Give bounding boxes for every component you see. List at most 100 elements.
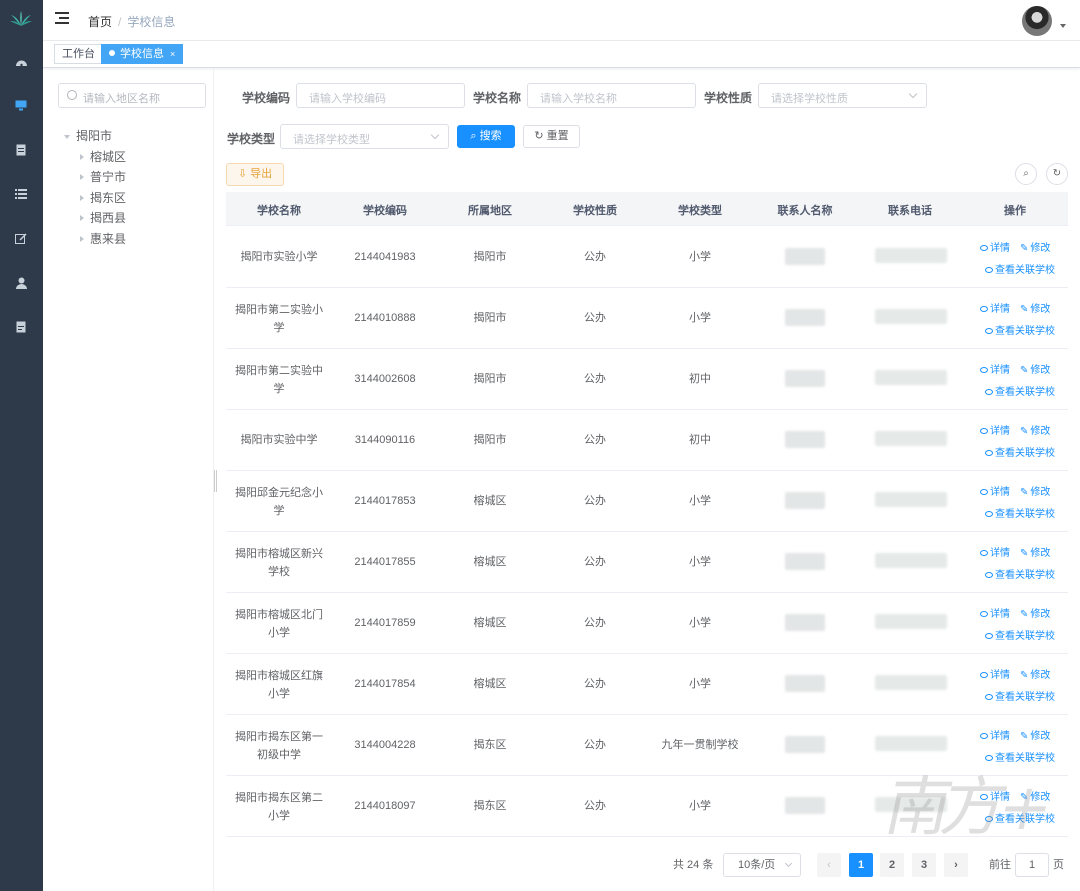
edit-link[interactable]: ✎ 修改 xyxy=(1020,422,1050,437)
table-row: 揭阳市榕城区红旗小学 2144017854 榕城区 公办 小学 详情 ✎ 修改 查看关联学校 xyxy=(226,654,1068,715)
related-schools-link[interactable]: 查看关联学校 xyxy=(985,566,1055,581)
list-icon[interactable] xyxy=(13,186,29,202)
search-toggle-icon[interactable]: ⌕ xyxy=(1015,163,1037,185)
type-cell: 小学 xyxy=(689,251,711,263)
edit-link[interactable]: ✎ 修改 xyxy=(1020,666,1050,681)
refresh-icon[interactable]: ↻ xyxy=(1046,163,1068,185)
type-cell: 小学 xyxy=(689,678,711,690)
detail-link[interactable]: 详情 xyxy=(980,605,1010,620)
edit-link[interactable]: ✎ 修改 xyxy=(1020,544,1050,559)
edit-link[interactable]: ✎ 修改 xyxy=(1020,727,1050,742)
nature-cell: 公办 xyxy=(584,800,606,812)
eye-icon xyxy=(980,733,988,739)
tree-node-root[interactable]: 揭阳市 xyxy=(64,127,112,144)
region-cell: 揭阳市 xyxy=(473,373,507,385)
type-cell: 小学 xyxy=(689,556,711,568)
nature-cell: 公办 xyxy=(584,251,606,263)
detail-link[interactable]: 详情 xyxy=(980,666,1010,681)
contact-phone-redacted xyxy=(875,370,947,385)
tag-workbench[interactable]: 工作台 xyxy=(54,44,103,64)
tree-node[interactable]: 揭东区 xyxy=(80,189,126,206)
detail-link[interactable]: 详情 xyxy=(980,361,1010,376)
edit-link[interactable]: ✎ 修改 xyxy=(1020,483,1050,498)
school-name-cell: 揭阳市揭东区第一初级中学 xyxy=(235,731,323,761)
nature-cell: 公办 xyxy=(584,617,606,629)
school-code-input[interactable]: 请输入学校编码 xyxy=(296,83,465,108)
goto-page-input[interactable]: 1 xyxy=(1015,853,1049,877)
tree-node[interactable]: 揭西县 xyxy=(80,209,126,226)
pencil-icon: ✎ xyxy=(1020,426,1029,437)
left-nav xyxy=(0,0,43,891)
nature-cell: 公办 xyxy=(584,495,606,507)
school-name-input[interactable]: 请输入学校名称 xyxy=(527,83,696,108)
table-header: 学校名称 学校编码 所属地区 学校性质 学校类型 联系人名称 联系电话 操作 xyxy=(226,192,1068,226)
detail-link[interactable]: 详情 xyxy=(980,422,1010,437)
related-schools-link[interactable]: 查看关联学校 xyxy=(985,688,1055,703)
region-cell: 揭阳市 xyxy=(473,312,507,324)
eye-icon xyxy=(985,389,993,395)
menu-toggle-icon[interactable] xyxy=(55,12,69,26)
detail-link[interactable]: 详情 xyxy=(980,544,1010,559)
detail-link[interactable]: 详情 xyxy=(980,727,1010,742)
chevron-down-icon xyxy=(430,130,440,140)
contact-name-redacted xyxy=(785,736,825,753)
nature-cell: 公办 xyxy=(584,434,606,446)
region-search-input[interactable]: 请输入地区名称 xyxy=(58,83,206,108)
pencil-icon: ✎ xyxy=(1020,304,1029,315)
breadcrumb-home[interactable]: 首页 xyxy=(88,15,112,29)
related-schools-link[interactable]: 查看关联学校 xyxy=(985,444,1055,459)
caret-down-icon[interactable] xyxy=(1060,24,1066,28)
eye-icon xyxy=(985,633,993,639)
type-cell: 小学 xyxy=(689,800,711,812)
related-schools-link[interactable]: 查看关联学校 xyxy=(985,505,1055,520)
edit-link[interactable]: ✎ 修改 xyxy=(1020,300,1050,315)
nature-cell: 公办 xyxy=(584,678,606,690)
edit-link[interactable]: ✎ 修改 xyxy=(1020,239,1050,254)
detail-link[interactable]: 详情 xyxy=(980,239,1010,254)
col-header: 联系电话 xyxy=(888,205,932,217)
school-code-cell: 2144017859 xyxy=(354,617,416,629)
related-schools-link[interactable]: 查看关联学校 xyxy=(985,383,1055,398)
user-icon[interactable] xyxy=(13,275,29,291)
next-page-button[interactable]: › xyxy=(944,853,968,877)
related-schools-link[interactable]: 查看关联学校 xyxy=(985,261,1055,276)
monitor-icon[interactable] xyxy=(13,97,29,113)
edit-link[interactable]: ✎ 修改 xyxy=(1020,605,1050,620)
page-button[interactable]: 1 xyxy=(849,853,873,877)
school-nature-select[interactable]: 请选择学校性质 xyxy=(758,83,927,108)
eye-icon xyxy=(985,267,993,273)
search-button[interactable]: ⌕ 搜索 xyxy=(457,125,515,148)
resize-handle[interactable] xyxy=(214,470,217,492)
tree-node[interactable]: 榕城区 xyxy=(80,148,126,165)
close-icon[interactable]: × xyxy=(170,49,175,59)
edit-icon[interactable] xyxy=(13,231,29,247)
document-icon[interactable] xyxy=(13,142,29,158)
related-schools-link[interactable]: 查看关联学校 xyxy=(985,322,1055,337)
detail-link[interactable]: 详情 xyxy=(980,300,1010,315)
reset-button[interactable]: ↻ 重置 xyxy=(523,125,580,148)
school-code-cell: 2144041983 xyxy=(354,251,416,263)
tree-node[interactable]: 普宁市 xyxy=(80,168,126,185)
page-button[interactable]: 2 xyxy=(880,853,904,877)
tree-node[interactable]: 惠来县 xyxy=(80,230,126,247)
region-cell: 揭阳市 xyxy=(473,251,507,263)
page-size-select[interactable]: 10条/页 xyxy=(723,853,801,877)
prev-page-button[interactable]: ‹ xyxy=(817,853,841,877)
edit-link[interactable]: ✎ 修改 xyxy=(1020,361,1050,376)
detail-link[interactable]: 详情 xyxy=(980,483,1010,498)
chevron-down-icon xyxy=(908,89,918,99)
school-type-select[interactable]: 请选择学校类型 xyxy=(280,124,449,149)
chevron-down-icon xyxy=(784,859,793,868)
dashboard-icon[interactable] xyxy=(13,54,29,70)
related-schools-link[interactable]: 查看关联学校 xyxy=(985,627,1055,642)
file-icon[interactable] xyxy=(13,319,29,335)
breadcrumb: 首页 / 学校信息 xyxy=(88,15,176,29)
eye-icon xyxy=(985,450,993,456)
col-header: 学校类型 xyxy=(678,205,722,217)
export-button[interactable]: ⇩ 导出 xyxy=(226,163,284,186)
tag-school-info[interactable]: 学校信息 × xyxy=(101,44,184,64)
avatar[interactable] xyxy=(1022,6,1052,36)
school-name-cell: 揭阳市第二实验小学 xyxy=(235,304,323,334)
page-suffix: 页 xyxy=(1053,859,1064,871)
page-button[interactable]: 3 xyxy=(912,853,936,877)
